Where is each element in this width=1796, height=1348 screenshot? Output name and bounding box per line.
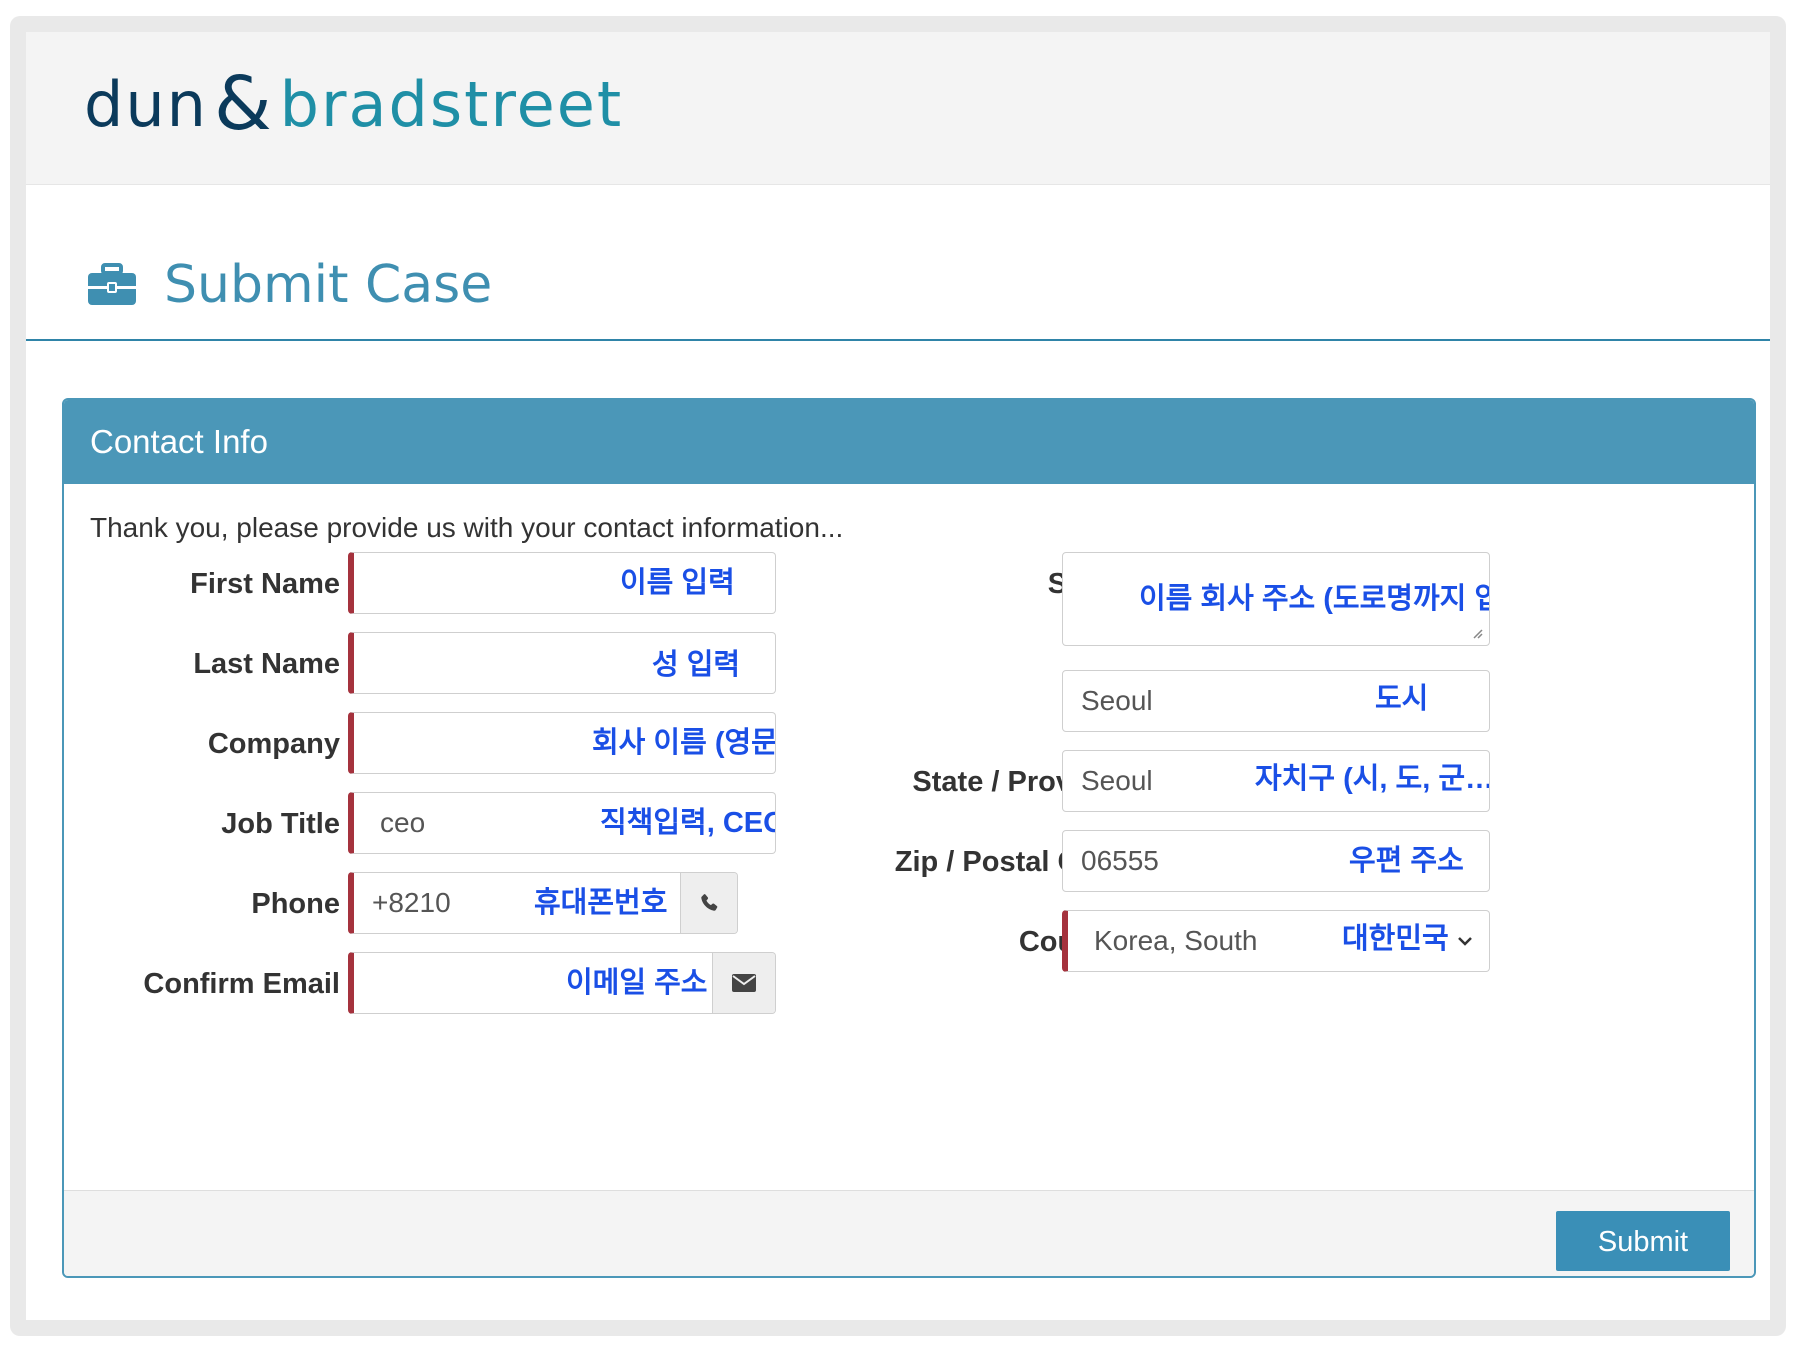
page-title: Submit Case: [164, 255, 493, 315]
site-header: dun & bradstreet: [26, 32, 1770, 185]
submit-button[interactable]: Submit: [1556, 1211, 1730, 1271]
envelope-icon: [732, 974, 756, 992]
country-row: Country Korea, South 대한민국: [64, 910, 1754, 974]
country-value: Korea, South: [1094, 925, 1258, 956]
panel-intro-text: Thank you, please provide us with your c…: [90, 512, 844, 543]
city-value: Seoul: [1081, 685, 1153, 716]
briefcase-icon: [88, 263, 136, 305]
panel-heading: Contact Info: [64, 400, 1754, 484]
zip-row: Zip / Postal Code 06555 우편 주소: [64, 830, 1754, 894]
state-field[interactable]: Seoul 자치구 (시, 도, 군…): [1062, 750, 1490, 812]
state-row: State / Province Seoul 자치구 (시, 도, 군…): [64, 750, 1754, 814]
logo-text-bradstreet: bradstreet: [279, 67, 624, 141]
resize-handle-icon[interactable]: [1471, 627, 1483, 639]
city-hint: 도시: [1375, 683, 1429, 715]
chevron-down-icon: [1458, 937, 1472, 946]
contact-info-panel: Contact Info Thank you, please provide u…: [62, 398, 1756, 1278]
street-row: Street 이름 회사 주소 (도로명까지 입력): [64, 552, 1754, 646]
city-field[interactable]: Seoul 도시: [1062, 670, 1490, 732]
dnb-logo[interactable]: dun & bradstreet: [84, 54, 623, 154]
street-textarea[interactable]: 이름 회사 주소 (도로명까지 입력): [1062, 552, 1490, 646]
logo-text-dun: dun: [84, 67, 208, 141]
zip-hint: 우편 주소: [1349, 845, 1464, 877]
page-title-row: Submit Case: [86, 250, 492, 320]
panel-footer: Submit: [64, 1190, 1754, 1276]
country-select[interactable]: Korea, South 대한민국: [1062, 910, 1490, 972]
zip-field[interactable]: 06555 우편 주소: [1062, 830, 1490, 892]
title-divider: [26, 339, 1770, 341]
country-hint: 대한민국: [1342, 923, 1449, 955]
zip-value: 06555: [1081, 845, 1159, 876]
city-row: City Seoul 도시: [64, 670, 1754, 734]
state-hint: 자치구 (시, 도, 군…): [1255, 763, 1490, 795]
state-value: Seoul: [1081, 765, 1153, 796]
street-hint: 이름 회사 주소 (도로명까지 입력): [1139, 583, 1489, 615]
page: dun & bradstreet Submit Case Contact Inf…: [26, 32, 1770, 1320]
logo-ampersand: &: [213, 61, 274, 147]
